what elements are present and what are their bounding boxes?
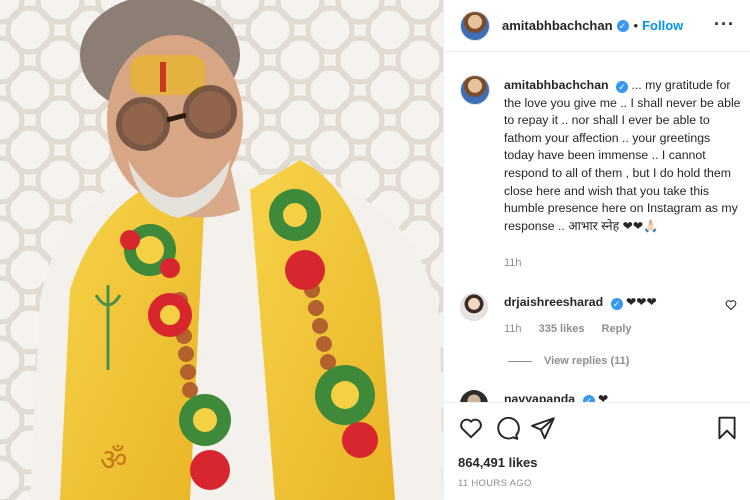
comment: navyapanda ✓ ❤ — [504, 392, 608, 402]
more-options-icon[interactable]: ··· — [714, 15, 735, 33]
comment-likes[interactable]: 335 likes — [539, 323, 585, 335]
svg-text:ॐ: ॐ — [100, 443, 127, 478]
post-timestamp[interactable]: 11 HOURS AGO — [458, 478, 532, 489]
caption: amitabhbachchan ✓ ... my gratitude for t… — [504, 77, 742, 235]
comment: drjaishreesharad ✓ ❤❤❤ — [504, 295, 657, 310]
header-username[interactable]: amitabhbachchan — [502, 18, 613, 33]
comment-time[interactable]: 11h — [504, 323, 522, 335]
comment-icon[interactable] — [494, 415, 520, 441]
share-icon[interactable] — [530, 415, 556, 441]
post-photo[interactable]: ॐ — [0, 0, 443, 500]
caption-username[interactable]: amitabhbachchan — [504, 78, 609, 92]
caption-avatar[interactable] — [460, 75, 490, 105]
heart-icon[interactable] — [458, 415, 484, 441]
comment-avatar[interactable] — [460, 293, 488, 321]
verified-badge-icon: ✓ — [610, 298, 623, 310]
caption-time[interactable]: 11h — [504, 257, 522, 269]
post-sidebar: amitabhbachchan ✓ • Follow ··· amitabhba… — [443, 0, 750, 500]
comment-like-heart-icon[interactable] — [725, 299, 737, 311]
comments-list[interactable]: amitabhbachchan ✓ ... my gratitude for t… — [444, 53, 750, 402]
separator-dot: • — [633, 18, 639, 33]
likes-count[interactable]: 864,491 likes — [458, 455, 538, 470]
avatar[interactable] — [460, 10, 490, 41]
view-replies-button[interactable]: View replies (11) — [508, 355, 629, 367]
verified-badge-icon: ✓ — [616, 19, 629, 32]
comment-meta: 11h 335 likes Reply — [504, 323, 646, 335]
reply-button[interactable]: Reply — [602, 323, 632, 335]
comment-text: ❤ — [597, 392, 609, 402]
follow-button[interactable]: Follow — [642, 18, 683, 33]
post-image: ॐ — [0, 0, 443, 500]
verified-badge-icon: ✓ — [615, 81, 628, 93]
comment-text: ❤❤❤ — [625, 295, 657, 309]
post-header: amitabhbachchan ✓ • Follow ··· — [444, 0, 750, 52]
comment-username[interactable]: navyapanda — [504, 392, 575, 402]
bookmark-icon[interactable] — [714, 415, 740, 441]
verified-badge-icon: ✓ — [582, 395, 595, 402]
comment-avatar[interactable] — [460, 390, 488, 402]
comment-username[interactable]: drjaishreesharad — [504, 295, 603, 309]
post-actions: 864,491 likes 11 HOURS AGO — [444, 402, 750, 500]
caption-text: ... my gratitude for the love you give m… — [504, 78, 741, 233]
